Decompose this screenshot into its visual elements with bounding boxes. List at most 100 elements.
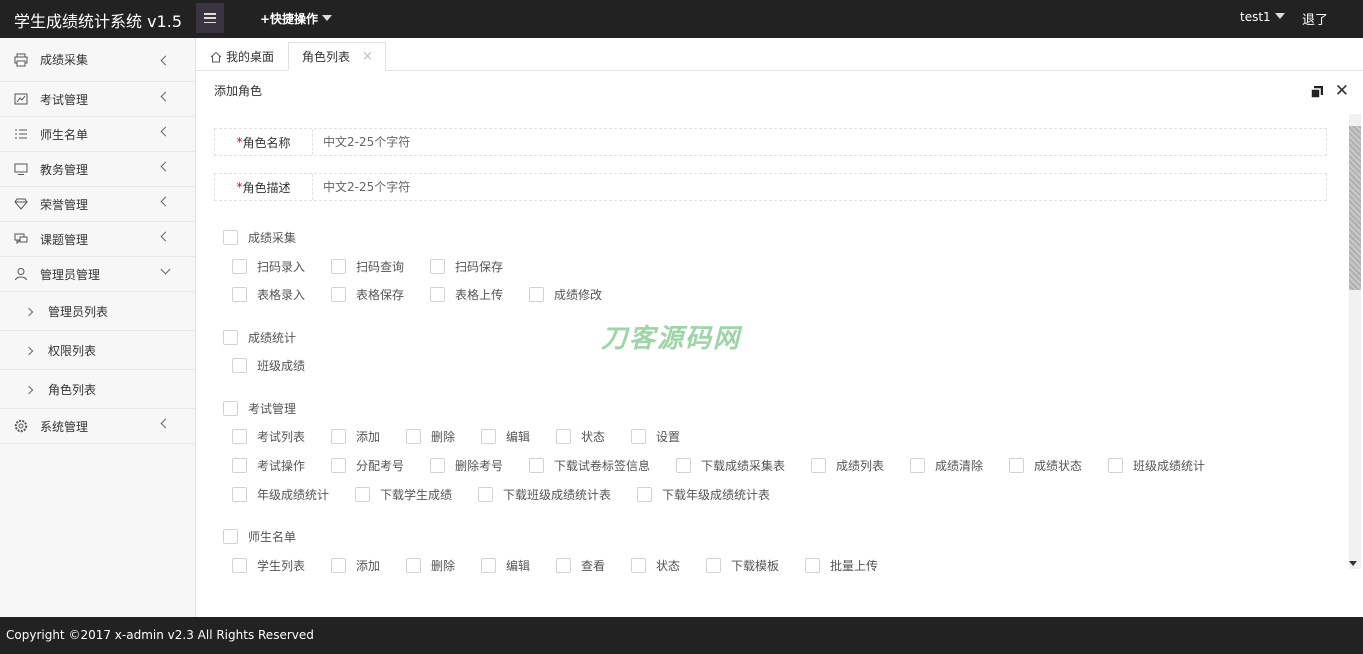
permission-checkbox[interactable]: 成绩列表 [811, 457, 884, 474]
printer-icon [14, 53, 28, 67]
permission-checkbox[interactable]: 添加 [331, 557, 380, 574]
permission-checkbox[interactable]: 编辑 [481, 557, 530, 574]
sidebar-item-topics[interactable]: 课题管理 [0, 222, 195, 257]
permission-checkbox[interactable]: 表格保存 [331, 286, 404, 303]
scroll-down-arrow-icon[interactable] [1349, 561, 1357, 566]
permission-group-checkbox[interactable]: 成绩统计 [223, 329, 296, 346]
sidebar-item-system[interactable]: 系统管理 [0, 409, 195, 444]
caret-down-icon [1274, 13, 1285, 19]
permission-group-checkbox[interactable]: 考试管理 [223, 400, 296, 417]
scrollbar-thumb[interactable] [1349, 126, 1361, 290]
sidebar-item-label: 考试管理 [40, 92, 89, 107]
permission-checkbox[interactable]: 下载学生成绩 [355, 486, 452, 503]
permission-checkbox[interactable]: 班级成绩 [232, 357, 305, 374]
maximize-icon[interactable] [1310, 86, 1323, 99]
home-icon [210, 51, 222, 63]
permission-checkbox[interactable]: 扫码录入 [232, 258, 305, 275]
sidebar-item-roster[interactable]: 师生名单 [0, 117, 195, 152]
permission-checkbox[interactable]: 下载试卷标签信息 [529, 457, 650, 474]
tab-label: 角色列表 [302, 50, 351, 64]
logout-link[interactable]: 退了 [1302, 9, 1328, 28]
watermark: 刀客源码网 [601, 324, 742, 354]
role-desc-row: * 角色描述 [214, 173, 1327, 201]
chevron-right-icon [24, 385, 34, 395]
user-menu[interactable]: test1 [1240, 10, 1285, 24]
permission-checkbox[interactable]: 分配考号 [331, 457, 404, 474]
chart-image-icon [14, 92, 28, 106]
sidebar-subitem-admin-list[interactable]: 管理员列表 [0, 292, 195, 331]
close-icon[interactable]: ✕ [1335, 81, 1349, 101]
user-icon [14, 267, 28, 281]
permission-checkbox[interactable]: 添加 [331, 428, 380, 445]
permission-group-checkbox[interactable]: 成绩采集 [223, 229, 296, 246]
menu-toggle-button[interactable] [196, 3, 224, 33]
monitor-icon [14, 162, 28, 176]
permission-checkbox[interactable]: 下载成绩采集表 [676, 457, 785, 474]
sidebar-item-label: 管理员管理 [40, 267, 101, 282]
role-name-label: * 角色名称 [215, 129, 313, 155]
tab-home[interactable]: 我的桌面 [210, 42, 274, 71]
permission-checkbox[interactable]: 表格录入 [232, 286, 305, 303]
permission-checkbox[interactable]: 年级成绩统计 [232, 486, 329, 503]
chevron-right-icon [24, 307, 34, 317]
caret-down-icon [322, 15, 333, 21]
permission-checkbox[interactable]: 批量上传 [805, 557, 878, 574]
permission-checkbox[interactable]: 扫码保存 [430, 258, 503, 275]
chevron-left-icon [160, 196, 171, 207]
sidebar-item-exam[interactable]: 考试管理 [0, 82, 195, 117]
permission-checkbox[interactable]: 成绩状态 [1009, 457, 1082, 474]
role-name-input[interactable] [313, 129, 1326, 155]
role-desc-label: * 角色描述 [215, 174, 313, 200]
permission-checkbox[interactable]: 学生列表 [232, 557, 305, 574]
footer: Copyright ©2017 x-admin v2.3 All Rights … [0, 617, 1363, 654]
sidebar-subitem-label: 管理员列表 [48, 304, 109, 319]
permission-checkbox[interactable]: 成绩清除 [910, 457, 983, 474]
page-title: 添加角色 [214, 84, 263, 98]
list-icon [14, 127, 28, 141]
main-content: 添加角色 ✕ *角色名称 *角色描述 刀客源码网 成绩采集 扫码录入 扫码查询 … [196, 72, 1363, 617]
tab-label: 我的桌面 [226, 50, 275, 64]
tab-bar: 我的桌面 角色列表 × [196, 38, 1363, 71]
permission-checkbox[interactable]: 下载模板 [706, 557, 779, 574]
permission-checkbox[interactable]: 下载班级成绩统计表 [478, 486, 611, 503]
chevron-left-icon [160, 231, 171, 242]
user-name-label: test1 [1240, 10, 1271, 24]
permission-checkbox[interactable]: 班级成绩统计 [1108, 457, 1205, 474]
sidebar-subitem-label: 角色列表 [48, 382, 97, 397]
permission-checkbox[interactable]: 下载年级成绩统计表 [637, 486, 770, 503]
quick-ops-menu[interactable]: +快捷操作 [260, 10, 333, 27]
sidebar-item-label: 荣誉管理 [40, 197, 89, 212]
chevron-left-icon [160, 418, 171, 429]
permission-checkbox[interactable]: 成绩修改 [529, 286, 602, 303]
permission-checkbox[interactable]: 考试操作 [232, 457, 305, 474]
tab-role-list[interactable]: 角色列表 × [288, 42, 386, 71]
sidebar-subitem-role-list[interactable]: 角色列表 [0, 370, 195, 409]
sidebar-item-honor[interactable]: 荣誉管理 [0, 187, 195, 222]
permission-checkbox[interactable]: 状态 [631, 557, 680, 574]
permission-checkbox[interactable]: 扫码查询 [331, 258, 404, 275]
permission-checkbox[interactable]: 查看 [556, 557, 605, 574]
sidebar-item-label: 教务管理 [40, 162, 89, 177]
chevron-left-icon [160, 126, 171, 137]
sidebar-subitem-permission-list[interactable]: 权限列表 [0, 331, 195, 370]
permission-checkbox[interactable]: 表格上传 [430, 286, 503, 303]
sidebar-item-academic[interactable]: 教务管理 [0, 152, 195, 187]
permission-checkbox[interactable]: 编辑 [481, 428, 530, 445]
permission-checkbox[interactable]: 删除 [406, 428, 455, 445]
sidebar-item-label: 课题管理 [40, 232, 89, 247]
chat-icon [14, 232, 28, 246]
permission-checkbox[interactable]: 删除考号 [430, 457, 503, 474]
permission-checkbox[interactable]: 设置 [631, 428, 680, 445]
tab-close-icon[interactable]: × [362, 49, 373, 64]
role-name-row: * 角色名称 [214, 128, 1327, 156]
sidebar-item-admin[interactable]: 管理员管理 [0, 257, 195, 292]
role-desc-input[interactable] [313, 174, 1326, 200]
sidebar-item-score-collect[interactable]: 成绩采集 [0, 38, 195, 82]
permission-checkbox[interactable]: 删除 [406, 557, 455, 574]
permission-checkbox[interactable]: 状态 [556, 428, 605, 445]
hamburger-icon [204, 13, 216, 23]
chevron-left-icon [160, 91, 171, 102]
permission-group-checkbox[interactable]: 师生名单 [223, 528, 296, 545]
permission-checkbox[interactable]: 考试列表 [232, 428, 305, 445]
chevron-left-icon [160, 55, 171, 66]
